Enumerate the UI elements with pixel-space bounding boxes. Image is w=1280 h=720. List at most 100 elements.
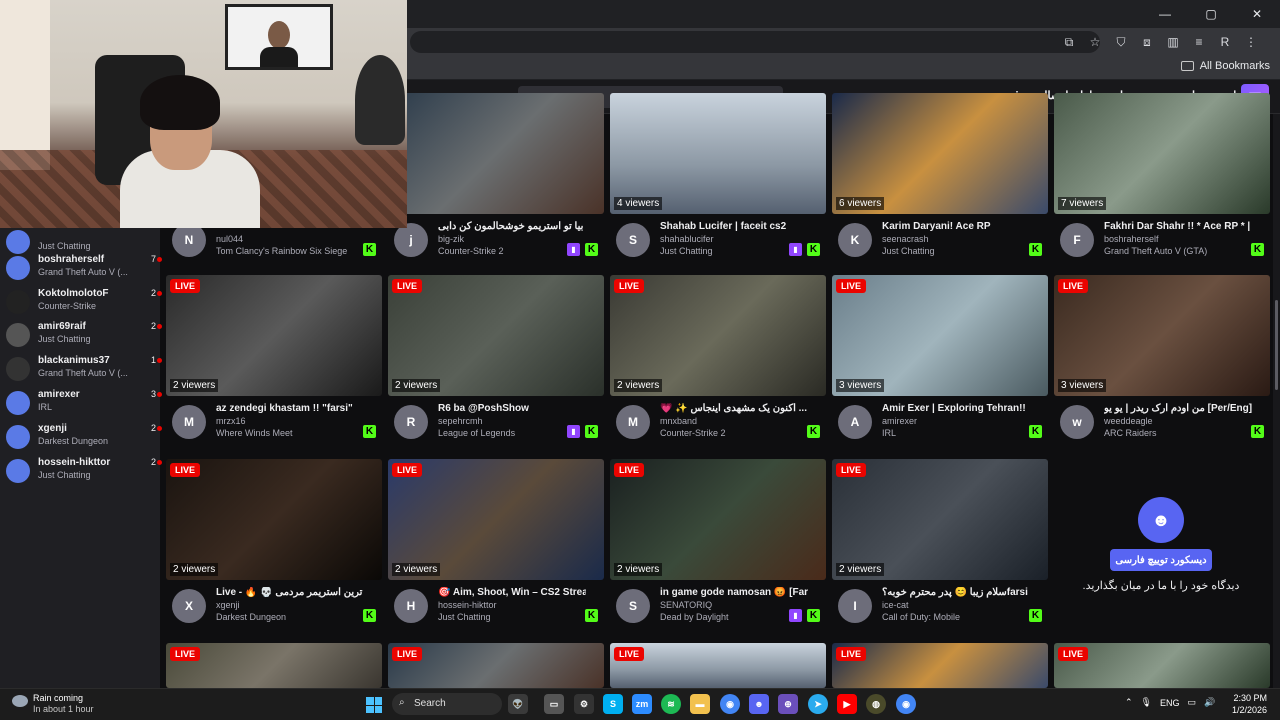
stream-card[interactable]: LIVE 3 viewers A Amir Exer | Exploring Tehr… bbox=[832, 275, 1048, 451]
stream-card[interactable]: LIVE 3 viewers w من اودم ارک ریدر | یو یو [… bbox=[1054, 275, 1270, 451]
stream-title[interactable]: 🎯 Aim, Shoot, Win – CS2 Strea... bbox=[438, 587, 586, 598]
stream-title[interactable]: Live - 🔥 💀 ن ترین استریمر مردمی... bbox=[216, 587, 364, 598]
streamer-name[interactable]: SENATORIQ bbox=[660, 600, 712, 610]
stream-category[interactable]: Grand Theft Auto V (GTA) bbox=[1104, 246, 1250, 256]
streamer-name[interactable]: shahablucifer bbox=[660, 234, 714, 244]
game-controller-icon[interactable]: ⊕ bbox=[778, 694, 798, 714]
maximize-button[interactable]: ▢ bbox=[1188, 0, 1234, 28]
sidebar-channel-item[interactable]: KoktolmolotoF Counter-Strike 2 bbox=[6, 288, 162, 318]
stream-category[interactable]: Call of Duty: Mobile bbox=[882, 612, 1028, 622]
stream-category[interactable]: Counter-Strike 2 bbox=[660, 428, 806, 438]
stream-title[interactable]: Shahab Lucifer | faceit cs2 bbox=[660, 221, 808, 232]
stream-category[interactable]: Dead by Daylight bbox=[660, 612, 806, 622]
all-bookmarks-button[interactable]: All Bookmarks bbox=[1180, 60, 1270, 72]
channel-avatar[interactable]: R bbox=[394, 405, 428, 439]
telegram-icon[interactable]: ➤ bbox=[808, 694, 828, 714]
stream-card[interactable]: j بیا تو استریمو خوشحالمون کن دابی big-zik… bbox=[388, 93, 604, 269]
streamer-name[interactable]: xgenji bbox=[216, 600, 240, 610]
streamer-name[interactable]: hossein-hikttor bbox=[438, 600, 497, 610]
streamer-name[interactable]: amirexer bbox=[882, 416, 917, 426]
channel-avatar[interactable]: S bbox=[616, 223, 650, 257]
stream-category[interactable]: Just Chatting bbox=[438, 612, 584, 622]
task-view-icon[interactable]: ▭ bbox=[544, 694, 564, 714]
channel-avatar[interactable]: A bbox=[838, 405, 872, 439]
stream-card[interactable]: 6 viewers K Karim Daryani! Ace RP seenacras… bbox=[832, 93, 1048, 269]
stream-category[interactable]: ARC Raiders bbox=[1104, 428, 1250, 438]
channel-avatar[interactable]: X bbox=[172, 589, 206, 623]
stream-thumbnail[interactable]: LIVE 2 viewers bbox=[166, 275, 382, 396]
streamer-name[interactable]: seenacrash bbox=[882, 234, 929, 244]
stream-card[interactable]: LIVE bbox=[832, 643, 1048, 688]
channel-avatar[interactable]: H bbox=[394, 589, 428, 623]
sidebar-channel-item[interactable]: amir69raif Just Chatting 2 bbox=[6, 321, 162, 351]
extension-shield-icon[interactable]: ⛉ bbox=[1110, 32, 1132, 52]
stream-title[interactable]: in game gode namosan 😡 [Farsi-... bbox=[660, 587, 808, 598]
stream-category[interactable]: Where Winds Meet bbox=[216, 428, 362, 438]
streamer-name[interactable]: ice-cat bbox=[882, 600, 909, 610]
stream-thumbnail[interactable]: 7 viewers bbox=[1054, 93, 1270, 214]
stream-thumbnail[interactable]: LIVE bbox=[388, 643, 604, 688]
chevron-up-icon[interactable]: ⌃ bbox=[1125, 697, 1133, 708]
zoom-icon[interactable]: zm bbox=[632, 694, 652, 714]
stream-title[interactable]: az zendegi khastam !! "farsi" bbox=[216, 403, 364, 414]
channel-avatar[interactable]: F bbox=[1060, 223, 1094, 257]
sidebar-channel-item[interactable]: amirexer IRL 3 bbox=[6, 389, 162, 419]
stream-title[interactable]: R6 ba @PoshShow bbox=[438, 403, 586, 414]
stream-thumbnail[interactable]: LIVE bbox=[1054, 643, 1270, 688]
stream-title[interactable]: Karim Daryani! Ace RP bbox=[882, 221, 1030, 232]
stream-thumbnail[interactable]: LIVE 3 viewers bbox=[1054, 275, 1270, 396]
streamer-name[interactable]: boshraherself bbox=[1104, 234, 1159, 244]
streamer-name[interactable]: sepehrcmh bbox=[438, 416, 483, 426]
stream-thumbnail[interactable]: LIVE bbox=[610, 643, 826, 688]
skype-icon[interactable]: S bbox=[603, 694, 623, 714]
stream-thumbnail[interactable]: LIVE 2 viewers bbox=[610, 275, 826, 396]
extensions-icon[interactable]: ⧈ bbox=[1136, 32, 1158, 52]
stream-thumbnail[interactable]: 6 viewers bbox=[832, 93, 1048, 214]
stream-category[interactable]: Darkest Dungeon bbox=[216, 612, 362, 622]
stream-card[interactable]: LIVE 2 viewers R R6 ba @PoshShow sepehrcmh Le… bbox=[388, 275, 604, 451]
stream-thumbnail[interactable]: LIVE 3 viewers bbox=[832, 275, 1048, 396]
channel-avatar[interactable]: M bbox=[172, 405, 206, 439]
sidebar-channel-item[interactable]: hossein-hikttor Just Chatting 2 bbox=[6, 457, 162, 487]
stream-card[interactable]: 4 viewers S Shahab Lucifer | faceit cs2 sha… bbox=[610, 93, 826, 269]
stream-category[interactable]: Just Chatting bbox=[660, 246, 806, 256]
address-bar[interactable] bbox=[410, 31, 1100, 53]
channel-avatar[interactable]: N bbox=[172, 223, 206, 257]
stream-category[interactable]: Tom Clancy's Rainbow Six Siege bbox=[216, 246, 362, 256]
channel-avatar[interactable]: j bbox=[394, 223, 428, 257]
clock[interactable]: 2:30 PM 1/2/2026 bbox=[1232, 692, 1267, 716]
streamer-name[interactable]: mnxband bbox=[660, 416, 697, 426]
sidebar-channel-item[interactable]: xgenji Darkest Dungeon 2 bbox=[6, 423, 162, 453]
stream-card[interactable]: LIVE 2 viewers I سلام زیبا 😊 پدر محترم خوبه… bbox=[832, 459, 1048, 635]
stream-thumbnail[interactable] bbox=[388, 93, 604, 214]
chrome-icon[interactable]: ◉ bbox=[720, 694, 740, 714]
minimize-button[interactable]: — bbox=[1142, 0, 1188, 28]
youtube-icon[interactable]: ▶ bbox=[837, 694, 857, 714]
network-icon[interactable]: ▭ bbox=[1188, 697, 1197, 708]
stream-card[interactable]: LIVE bbox=[1054, 643, 1270, 688]
close-button[interactable]: ✕ bbox=[1234, 0, 1280, 28]
language-indicator[interactable]: ENG bbox=[1160, 698, 1180, 708]
settings-icon[interactable]: ⚙ bbox=[574, 694, 594, 714]
browser-menu-icon[interactable]: ⋮ bbox=[1240, 32, 1262, 52]
media-control-icon[interactable]: ≡ bbox=[1188, 32, 1210, 52]
streamer-name[interactable]: mrzx16 bbox=[216, 416, 246, 426]
page-scrollbar[interactable] bbox=[1273, 114, 1280, 688]
stream-thumbnail[interactable]: LIVE 2 viewers bbox=[166, 459, 382, 580]
stream-thumbnail[interactable]: LIVE 2 viewers bbox=[388, 459, 604, 580]
stream-thumbnail[interactable]: 4 viewers bbox=[610, 93, 826, 214]
microphone-icon[interactable]: 🎙 bbox=[1141, 697, 1152, 708]
channel-avatar[interactable]: K bbox=[838, 223, 872, 257]
stream-thumbnail[interactable]: LIVE 2 viewers bbox=[610, 459, 826, 580]
stream-title[interactable]: بیا تو استریمو خوشحالمون کن دابی bbox=[438, 221, 586, 232]
channel-avatar[interactable]: w bbox=[1060, 405, 1094, 439]
stream-title[interactable]: سلام زیبا 😊 پدر محترم خوبه؟farsi bbox=[882, 587, 1030, 598]
streamer-name[interactable]: nul044 bbox=[216, 234, 243, 244]
app-icon[interactable]: ◍ bbox=[866, 694, 886, 714]
stream-title[interactable]: 💗 ✨ اکنون یک مشهدی اینجاس ... bbox=[660, 403, 808, 414]
sidebar-channel-item[interactable]: blackanimus37 Grand Theft Auto V (... 1 bbox=[6, 355, 162, 385]
stream-category[interactable]: Just Chatting bbox=[882, 246, 1028, 256]
stream-thumbnail[interactable]: LIVE 2 viewers bbox=[832, 459, 1048, 580]
install-app-icon[interactable]: ⧉ bbox=[1058, 32, 1080, 52]
channel-avatar[interactable]: M bbox=[616, 405, 650, 439]
